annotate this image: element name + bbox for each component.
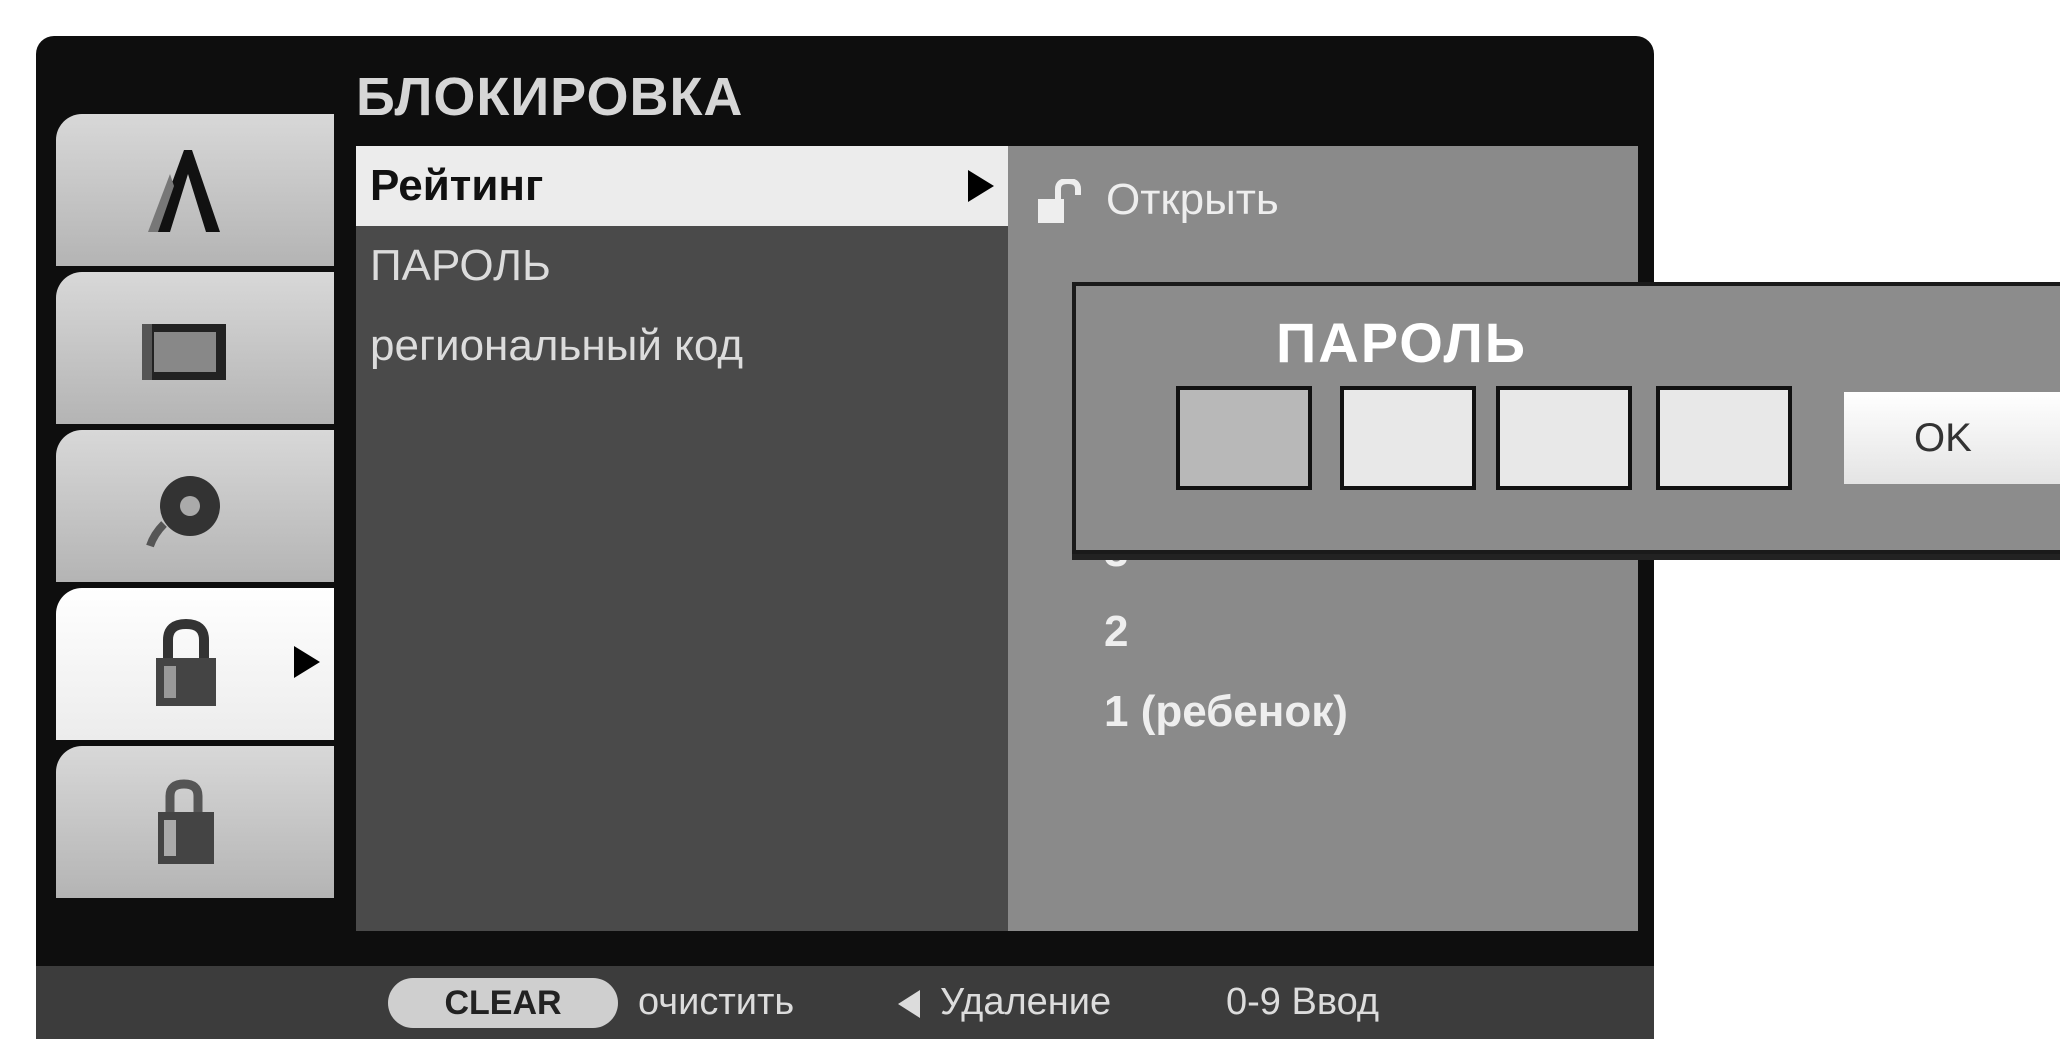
submenu-item-label: Рейтинг (370, 161, 544, 210)
display-icon (142, 324, 226, 380)
rating-open-label: Открыть (1106, 175, 1279, 224)
password-digit-3[interactable] (1496, 386, 1632, 490)
tab-others[interactable] (56, 746, 334, 898)
others-icon (158, 779, 214, 864)
submenu-item-label: региональный код (370, 321, 744, 370)
submenu-panel: Рейтинг ПАРОЛЬ региональный код (356, 146, 1008, 931)
submenu-item-label: ПАРОЛЬ (370, 241, 551, 290)
left-arrow-icon (898, 990, 920, 1018)
submenu-arrow-icon (968, 170, 994, 202)
password-dialog: ПАРОЛЬ OK (1072, 282, 2060, 554)
rating-option-1-child[interactable]: 1 (ребенок) (1104, 682, 1348, 742)
rating-option-2[interactable]: 2 (1104, 602, 1128, 662)
tab-lock[interactable] (56, 588, 334, 740)
password-digit-2[interactable] (1340, 386, 1476, 490)
rating-option-open[interactable]: Открыть (1036, 170, 1279, 230)
language-icon (148, 150, 220, 232)
tab-language[interactable] (56, 114, 334, 266)
password-digit-4[interactable] (1656, 386, 1792, 490)
clear-label: очистить (638, 981, 795, 1023)
ok-button[interactable]: OK (1844, 392, 2060, 484)
menu-title: БЛОКИРОВКА (356, 67, 744, 127)
password-digit-1[interactable] (1176, 386, 1312, 490)
help-bar: CLEAR очистить Удаление 0-9 Ввод (36, 966, 1654, 1039)
unlock-icon (1038, 179, 1081, 224)
password-dialog-title: ПАРОЛЬ (1276, 311, 1528, 374)
tab-active-arrow-icon (294, 646, 320, 678)
tab-audio[interactable] (56, 430, 334, 582)
delete-label: Удаление (940, 981, 1112, 1023)
tab-display[interactable] (56, 272, 334, 424)
submenu-item-region-code[interactable]: региональный код (356, 306, 1008, 386)
audio-disc-icon (146, 476, 220, 548)
submenu-item-rating[interactable]: Рейтинг (356, 146, 1008, 226)
digit-entry-label: 0-9 Ввод (1226, 981, 1380, 1023)
submenu-item-password[interactable]: ПАРОЛЬ (356, 226, 1008, 306)
lock-icon (156, 618, 216, 706)
clear-button-icon: CLEAR (388, 978, 618, 1028)
